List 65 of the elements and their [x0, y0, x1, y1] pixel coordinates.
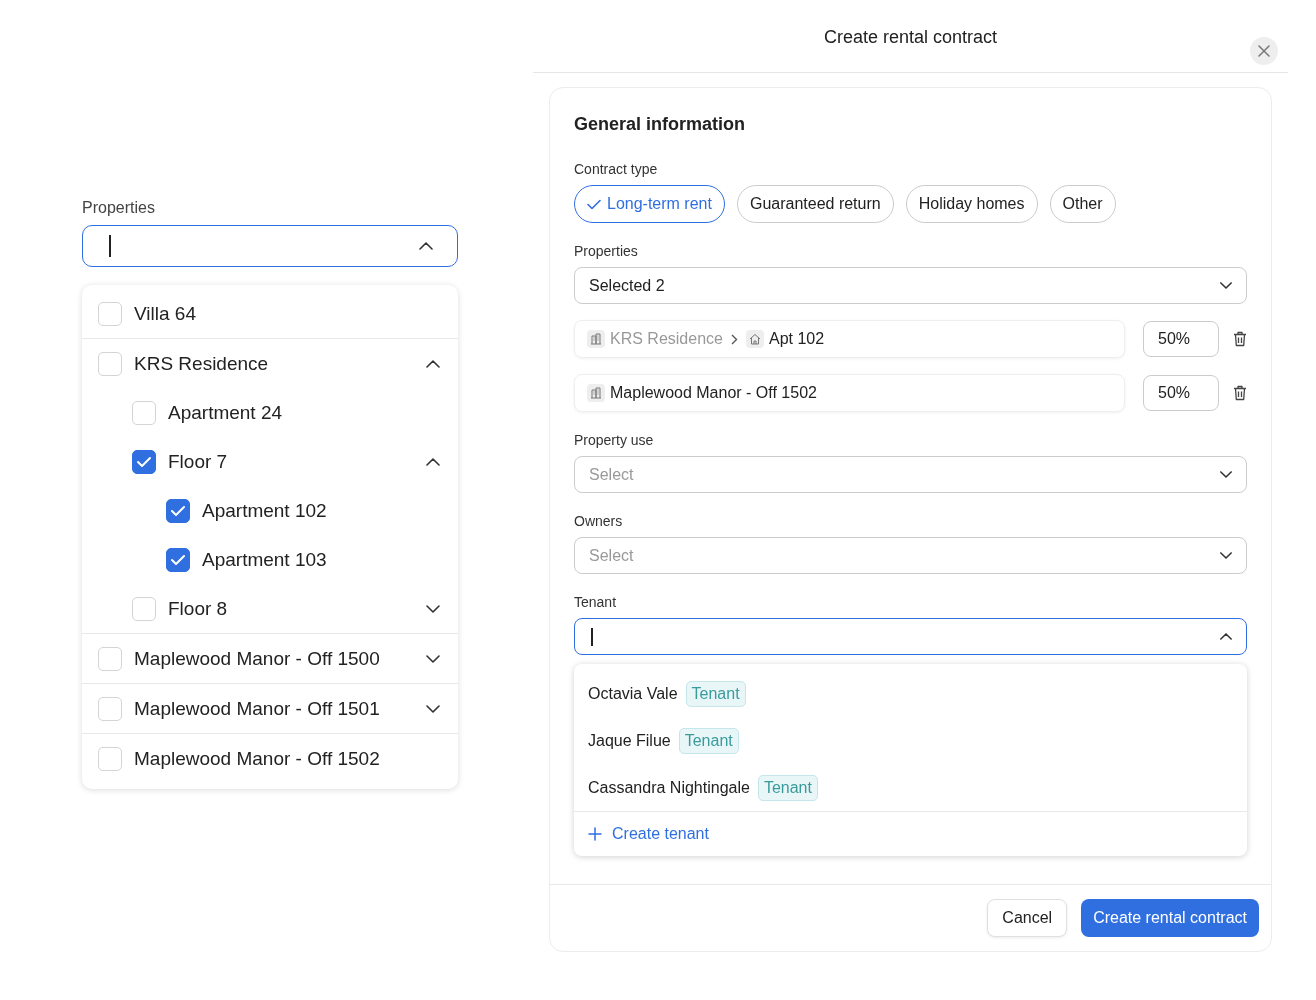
chevron-icon	[1220, 282, 1232, 289]
create-tenant-link[interactable]: Create tenant	[574, 812, 1247, 856]
tree-item-label[interactable]: Apartment 24	[168, 401, 440, 424]
chevron-icon[interactable]	[426, 604, 440, 613]
chevron-icon	[1220, 633, 1232, 640]
tenant-option[interactable]: Cassandra Nightingale	[588, 778, 750, 797]
contract-type-chip[interactable]: Holiday homes	[905, 185, 1038, 223]
properties-search-field[interactable]	[82, 225, 458, 267]
checkmark-icon	[170, 504, 186, 517]
tenant-search-field[interactable]	[574, 618, 1247, 655]
field-label: Tenant	[574, 594, 618, 610]
contract-type-chip[interactable]: Guaranteed return	[736, 185, 894, 223]
checkbox[interactable]	[166, 498, 190, 523]
building-icon	[587, 330, 605, 348]
chevron-right-icon	[730, 333, 738, 345]
tree-item-label[interactable]: Floor 7	[168, 450, 414, 473]
field-label: Property use	[574, 432, 655, 448]
role-badge: Tenant	[678, 727, 739, 754]
checkmark-icon	[136, 455, 152, 468]
tree-item-label[interactable]: Maplewood Manor - Off 1500	[134, 647, 414, 670]
section-title: General information	[574, 114, 747, 135]
tenant-option[interactable]: Octavia Vale	[588, 684, 678, 703]
create-button[interactable]: Create rental contract	[1081, 899, 1259, 937]
properties-select[interactable]: Selected 2	[574, 267, 1247, 304]
field-label: Properties	[82, 199, 156, 217]
checkmark-icon	[170, 553, 186, 566]
close-button[interactable]	[1250, 37, 1278, 65]
chevron-icon[interactable]	[426, 359, 440, 368]
house-icon	[745, 330, 764, 348]
tree-item-label[interactable]: Floor 8	[168, 597, 414, 620]
chevron-icon	[1220, 552, 1232, 559]
share-field[interactable]: 50%	[1143, 321, 1219, 357]
chevron-icon[interactable]	[426, 654, 440, 663]
checkbox[interactable]	[166, 547, 190, 572]
tree-item-label[interactable]: KRS Residence	[134, 352, 414, 375]
contract-type-chip[interactable]: Long-term rent	[574, 185, 725, 223]
property-name: Maplewood Manor - Off 1502	[610, 384, 817, 402]
share-field[interactable]: 50%	[1143, 375, 1219, 411]
plus-icon	[588, 827, 602, 841]
chevron-icon	[419, 242, 433, 250]
chevron-icon[interactable]	[426, 704, 440, 713]
tree-item-label[interactable]: Villa 64	[134, 302, 440, 325]
chevron-icon[interactable]	[426, 457, 440, 466]
tree-item-label[interactable]: Apartment 103	[202, 548, 440, 571]
field-label: Contract type	[574, 161, 659, 177]
chevron-icon	[1220, 471, 1232, 478]
checkmark-icon	[587, 198, 601, 210]
tree-item-label[interactable]: Maplewood Manor - Off 1502	[134, 747, 440, 770]
role-badge: Tenant	[757, 774, 818, 801]
trash-icon[interactable]	[1233, 385, 1247, 401]
checkbox[interactable]	[132, 449, 156, 474]
trash-icon[interactable]	[1233, 331, 1247, 347]
dialog-title: Create rental contract	[823, 26, 998, 48]
property-name: KRS Residence	[610, 330, 723, 348]
field-label: Owners	[574, 513, 624, 529]
role-badge: Tenant	[685, 680, 746, 707]
cancel-button[interactable]: Cancel	[987, 899, 1068, 937]
tenant-option[interactable]: Jaque Filue	[588, 731, 671, 750]
property-name: Apt 102	[768, 330, 825, 348]
field-label: Properties	[574, 243, 639, 259]
building-icon	[587, 384, 605, 402]
tree-item-label[interactable]: Apartment 102	[202, 499, 440, 522]
tree-item-label[interactable]: Maplewood Manor - Off 1501	[134, 697, 414, 720]
contract-type-chip[interactable]: Other	[1049, 185, 1116, 223]
close-icon	[1258, 45, 1270, 57]
